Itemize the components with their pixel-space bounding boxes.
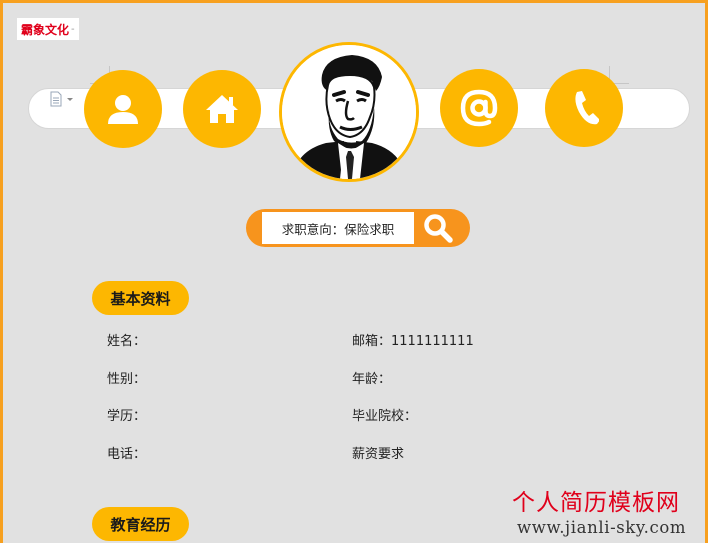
field-name: 姓名： xyxy=(107,334,147,349)
section-title-education: 教育经历 xyxy=(92,507,189,541)
field-age: 年龄： xyxy=(352,372,392,387)
watermark: 个人简历模板网 www.jianli-sky.com xyxy=(512,483,686,537)
field-school: 毕业院校： xyxy=(352,409,418,424)
field-gender: 性别： xyxy=(107,372,147,387)
phone-icon xyxy=(569,89,599,127)
field-salary: 薪资要求 xyxy=(352,447,405,462)
watermark-title: 个人简历模板网 xyxy=(512,490,680,516)
field-email: 邮箱：1111111111 xyxy=(352,334,474,349)
home-button[interactable] xyxy=(183,70,261,148)
section-title-basic: 基本资料 xyxy=(92,281,189,315)
job-intent-label: 求职意向：保险求职 xyxy=(262,212,414,244)
field-education: 学历： xyxy=(107,409,147,424)
search-button[interactable] xyxy=(422,212,456,248)
person-icon xyxy=(106,93,140,125)
home-icon xyxy=(204,93,240,125)
document-icon[interactable] xyxy=(50,91,76,107)
page-frame: 霸象文化 - 求职意向：保险求职 基本资料 姓名： 邮箱：1111111111 … xyxy=(0,0,708,543)
email-button[interactable] xyxy=(440,69,518,147)
avatar xyxy=(279,42,419,182)
job-intent-bar: 求职意向：保险求职 xyxy=(246,209,470,247)
search-icon xyxy=(422,214,456,248)
watermark-url: www.jianli-sky.com xyxy=(517,518,687,537)
brand-text: 霸象文化 xyxy=(21,22,70,37)
at-sign-icon xyxy=(459,88,499,128)
field-phone: 电话： xyxy=(107,447,147,462)
profile-button[interactable] xyxy=(84,70,162,148)
brand-dash: - xyxy=(71,23,75,35)
brand-logo[interactable]: 霸象文化 - xyxy=(17,18,79,40)
phone-button[interactable] xyxy=(545,69,623,147)
